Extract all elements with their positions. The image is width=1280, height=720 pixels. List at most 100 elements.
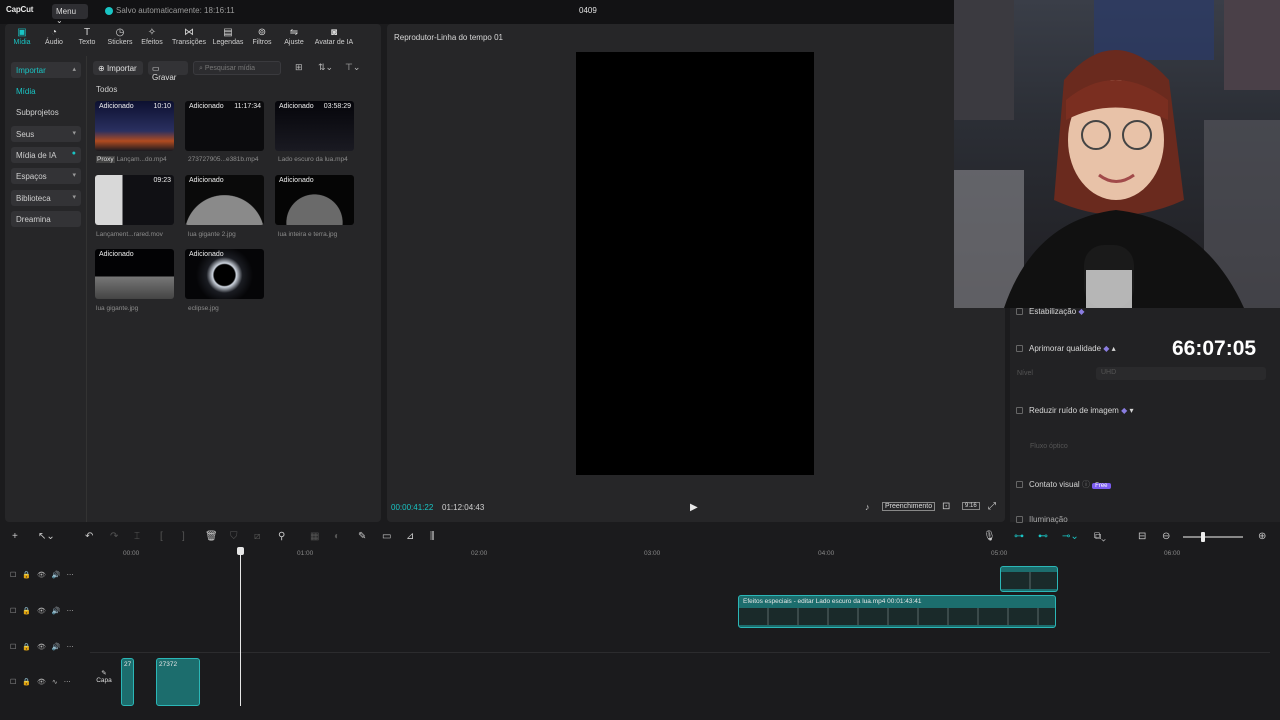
preview-axis-icon[interactable]: ⧉⌄ bbox=[1094, 531, 1106, 542]
zoom-slider-handle[interactable] bbox=[1201, 532, 1205, 542]
playhead[interactable] bbox=[240, 548, 241, 706]
magic-icon[interactable]: ✎ bbox=[358, 531, 366, 542]
sidebar-item-dreamina[interactable]: Dreamina bbox=[11, 211, 81, 227]
tab-captions[interactable]: ▤ Legendas bbox=[211, 27, 245, 46]
media-thumb[interactable]: Adicionado bbox=[95, 249, 174, 299]
track-controls[interactable]: ☐🔒👁🔊⋯ bbox=[10, 643, 80, 651]
snap-icon[interactable]: ⊸⌄ bbox=[1062, 531, 1079, 542]
fullscreen-icon[interactable]: ⤢ bbox=[988, 501, 996, 512]
checkbox[interactable] bbox=[1016, 516, 1023, 523]
sidebar-item-yours[interactable]: Seus ▾ bbox=[11, 126, 81, 142]
timeline-ruler[interactable] bbox=[90, 548, 1270, 560]
chevron-down-icon: ▾ bbox=[72, 130, 76, 137]
crop-icon[interactable]: ⧄ bbox=[254, 531, 260, 542]
zoom-out-icon[interactable]: ⊖ bbox=[1162, 531, 1170, 542]
play-icon[interactable]: ▶ bbox=[690, 502, 698, 513]
track-controls[interactable]: ☐🔒👁🔊⋯ bbox=[10, 607, 80, 615]
trim-left-icon[interactable]: [ bbox=[160, 531, 163, 542]
audio-wave-icon[interactable]: ⫼ bbox=[430, 531, 435, 542]
grid-view-icon[interactable]: ⊞ bbox=[295, 62, 303, 73]
checkbox[interactable] bbox=[1016, 345, 1023, 352]
search-input[interactable]: ⌕ Pesquisar mídia bbox=[193, 61, 281, 75]
camera-icon: ▭ bbox=[152, 64, 160, 73]
tab-transitions[interactable]: ⋈ Transições bbox=[172, 27, 206, 46]
media-thumb[interactable]: Adicionado 03:58:29 bbox=[275, 101, 354, 151]
lighting-option[interactable]: Iluminação bbox=[1016, 515, 1068, 524]
tab-audio[interactable]: ◔ Áudio bbox=[37, 27, 71, 46]
level-select[interactable]: UHD bbox=[1096, 367, 1266, 380]
sidebar-item-import[interactable]: Importar ▴ bbox=[11, 62, 81, 78]
add-track-icon[interactable]: + bbox=[12, 531, 18, 542]
chevron-down-icon: ▾ bbox=[72, 172, 76, 179]
sidebar-item-media[interactable]: Mídia bbox=[11, 83, 81, 99]
adjust-icon: ⇋ bbox=[289, 27, 299, 38]
tiktok-icon[interactable]: ♪ bbox=[865, 502, 870, 512]
filter-icon[interactable]: ⊤⌄ bbox=[345, 62, 360, 73]
delete-icon[interactable]: 🗑 bbox=[205, 531, 218, 542]
zoom-in-icon[interactable]: ⊕ bbox=[1258, 531, 1266, 542]
fill-mode-button[interactable]: Preenchimento bbox=[882, 502, 936, 511]
tab-text[interactable]: T Texto bbox=[70, 27, 104, 46]
clip-filmstrip bbox=[1001, 572, 1057, 589]
link-icon[interactable]: ⊶ bbox=[1014, 531, 1024, 542]
media-thumb[interactable]: Adicionado 11:17:34 bbox=[185, 101, 264, 151]
resize-icon[interactable]: ⊿ bbox=[406, 531, 414, 542]
tab-media[interactable]: ▣ Mídia bbox=[5, 27, 39, 46]
tab-filters[interactable]: ⊚ Filtros bbox=[245, 27, 279, 46]
timeline-clip-selected[interactable]: Efeitos especiais - editar Lado escuro d… bbox=[738, 595, 1056, 628]
asset-toolbar: ▣ Mídia ◔ Áudio T Texto ◷ Stickers ✧ Efeitos … bbox=[5, 24, 381, 52]
media-thumb[interactable]: Adicionado bbox=[185, 249, 264, 299]
denoise-option[interactable]: Reduzir ruído de imagem ◆ ▾ bbox=[1016, 406, 1133, 415]
video-preview[interactable] bbox=[576, 52, 814, 475]
record-button[interactable]: ▭ Gravar bbox=[148, 61, 188, 82]
checkbox[interactable] bbox=[1016, 308, 1023, 315]
track-controls[interactable]: ☐🔒👁🔊⋯ bbox=[10, 571, 80, 579]
magnet-icon[interactable]: ⊷ bbox=[1038, 531, 1048, 542]
speed-icon[interactable]: ⚲ bbox=[278, 531, 285, 542]
tab-ai-avatar[interactable]: ◙ Avatar de IA bbox=[312, 27, 356, 46]
media-thumb[interactable]: Adicionado bbox=[275, 175, 354, 225]
redo-icon[interactable]: ↷ bbox=[110, 531, 118, 542]
tab-stickers[interactable]: ◷ Stickers bbox=[103, 27, 137, 46]
sidebar-item-library[interactable]: Biblioteca ▾ bbox=[11, 190, 81, 206]
cover-button[interactable]: ✎ Capa bbox=[94, 669, 114, 695]
media-thumb[interactable]: 09:23 bbox=[95, 175, 174, 225]
zoom-slider[interactable] bbox=[1183, 536, 1243, 538]
sidebar-item-ai-media[interactable]: Mídia de IA ● bbox=[11, 147, 81, 163]
undo-icon[interactable]: ↶ bbox=[85, 531, 93, 542]
project-name[interactable]: 0409 bbox=[579, 6, 597, 15]
shield-icon[interactable]: ⛉ bbox=[230, 531, 238, 542]
tab-adjust[interactable]: ⇋ Ajuste bbox=[277, 27, 311, 46]
visual-contact-option[interactable]: Contato visual ⓘ Free bbox=[1016, 479, 1111, 490]
sidebar-item-subprojects[interactable]: Subprojetos bbox=[11, 104, 81, 120]
media-thumb[interactable]: Adicionado bbox=[185, 175, 264, 225]
focus-icon[interactable]: ⊡ bbox=[942, 501, 950, 512]
timeline-clip[interactable] bbox=[1000, 566, 1058, 592]
tab-effects[interactable]: ✧ Efeitos bbox=[135, 27, 169, 46]
freeze-icon[interactable]: ▦ bbox=[310, 531, 319, 542]
stabilize-option[interactable]: Estabilização ◆ bbox=[1016, 307, 1085, 316]
timeline-clip[interactable]: 27 bbox=[121, 658, 134, 706]
track-controls[interactable]: ☐🔒👁∿⋯ bbox=[10, 678, 77, 686]
aspect-ratio-button[interactable]: 9:16 bbox=[962, 502, 980, 510]
microphone-icon[interactable]: 🎙 bbox=[983, 531, 996, 542]
sort-icon[interactable]: ⇅⌄ bbox=[318, 62, 333, 73]
import-button[interactable]: ⊕ Importar bbox=[93, 61, 143, 75]
audio-extract-icon[interactable]: ◐ bbox=[334, 531, 340, 542]
sticker-icon: ◷ bbox=[115, 27, 125, 38]
chevron-up-icon: ▴ bbox=[1111, 344, 1116, 353]
subtitle-icon[interactable]: ▭ bbox=[382, 531, 391, 542]
media-thumb[interactable]: Adicionado 10:10 bbox=[95, 101, 174, 151]
enhance-option[interactable]: Aprimorar qualidade ◆ ▴ bbox=[1016, 344, 1116, 353]
media-filename: Proxy Lançam...do.mp4 bbox=[96, 156, 167, 163]
checkbox[interactable] bbox=[1016, 407, 1023, 414]
sidebar-item-spaces[interactable]: Espaços ▾ bbox=[11, 168, 81, 184]
checkbox[interactable] bbox=[1016, 481, 1023, 488]
fit-icon[interactable]: ⊟ bbox=[1138, 531, 1146, 542]
select-tool-icon[interactable]: ↖⌄ bbox=[38, 531, 55, 542]
timeline-clip[interactable]: 27372 bbox=[156, 658, 200, 706]
trim-right-icon[interactable]: ] bbox=[182, 531, 185, 542]
split-icon[interactable]: ⌶ bbox=[134, 531, 140, 542]
menu-button[interactable]: Menu ⌄ bbox=[52, 4, 88, 25]
playhead-handle[interactable] bbox=[237, 547, 244, 555]
